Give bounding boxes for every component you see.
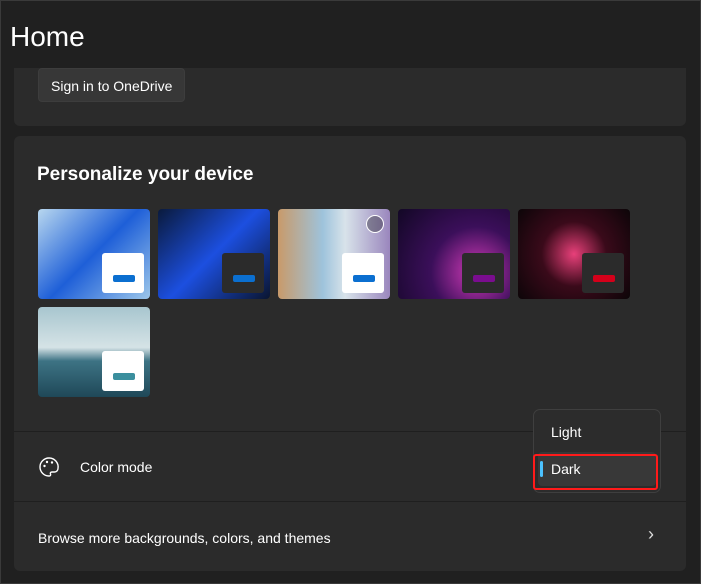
accent-bar <box>593 275 615 282</box>
sign-in-onedrive-button[interactable]: Sign in to OneDrive <box>38 68 186 102</box>
highlight-box <box>533 454 658 490</box>
theme-color-swatch <box>102 253 144 293</box>
onedrive-card: Sign in to OneDrive <box>14 68 686 126</box>
accent-bar <box>353 275 375 282</box>
personalize-card: Personalize your device Color mode Brows… <box>14 136 686 571</box>
theme-color-swatch <box>342 253 384 293</box>
theme-thumbnail-captured-motion[interactable] <box>398 209 510 299</box>
page-title: Home <box>10 21 85 52</box>
accent-bar <box>113 275 135 282</box>
color-mode-label: Color mode <box>80 459 153 475</box>
option-light[interactable]: Light <box>538 415 656 449</box>
theme-color-swatch <box>462 253 504 293</box>
theme-thumbnail-windows-light[interactable] <box>38 209 150 299</box>
browse-themes-label: Browse more backgrounds, colors, and the… <box>38 530 331 546</box>
theme-color-swatch <box>582 253 624 293</box>
theme-thumbnail-flow[interactable] <box>518 209 630 299</box>
chevron-right-icon: › <box>648 524 654 544</box>
section-title: Personalize your device <box>37 164 254 185</box>
theme-color-swatch <box>222 253 264 293</box>
browse-themes-row[interactable]: Browse more backgrounds, colors, and the… <box>14 502 686 571</box>
accent-bar <box>233 275 255 282</box>
accent-bar <box>473 275 495 282</box>
accent-bar <box>113 373 135 380</box>
theme-thumbnail-sunrise-lake[interactable] <box>38 307 150 397</box>
dynamic-theme-icon <box>366 215 384 233</box>
theme-color-swatch <box>102 351 144 391</box>
palette-icon <box>39 457 59 477</box>
theme-thumbnail-glow-flowers[interactable] <box>278 209 390 299</box>
theme-thumbnail-windows-dark[interactable] <box>158 209 270 299</box>
